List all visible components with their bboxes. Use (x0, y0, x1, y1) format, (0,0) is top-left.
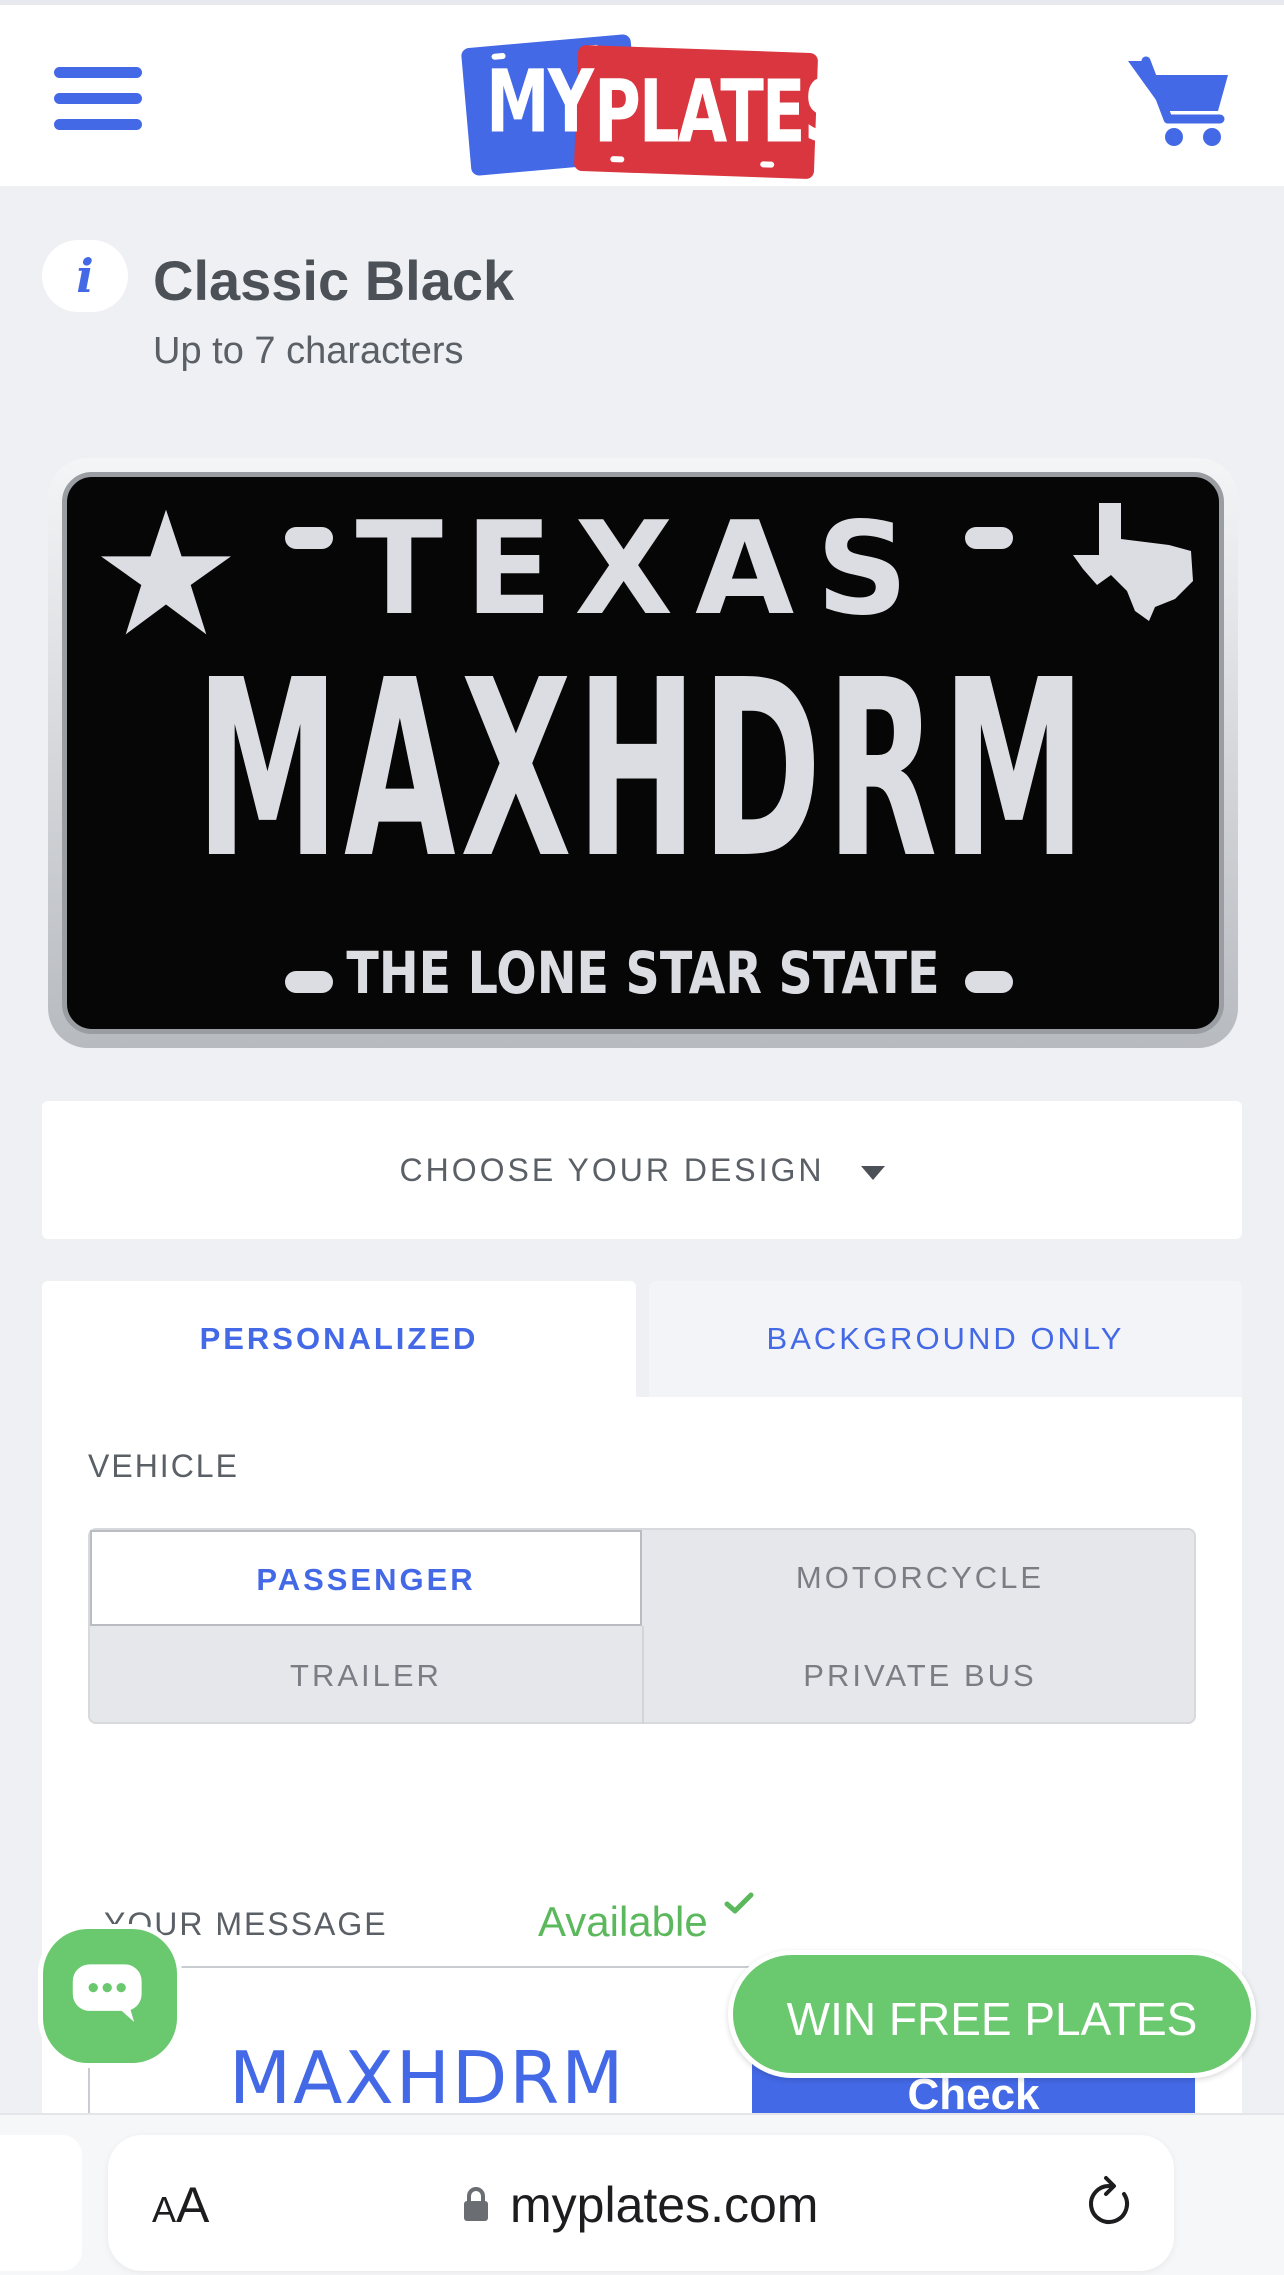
plate-title: Classic Black (153, 249, 515, 312)
tab-background-only[interactable]: BACKGROUND ONLY (649, 1281, 1242, 1397)
vehicle-option-motorcycle[interactable]: MOTORCYCLE (644, 1530, 1196, 1626)
plate-message: MAXHDRM (195, 627, 1091, 913)
vehicle-label: VEHICLE (88, 1448, 239, 1484)
vehicle-options: PASSENGER MOTORCYCLE TRAILER PRIVATE BUS (88, 1528, 1196, 1724)
vehicle-option-passenger[interactable]: PASSENGER (90, 1530, 642, 1626)
logo-plates-text: PLATES (594, 63, 850, 163)
browser-tab-stub[interactable] (0, 2135, 82, 2271)
info-icon-glyph: i (76, 249, 94, 303)
site-header: MY PLATES (0, 0, 1284, 186)
aa-small: A (152, 2189, 177, 2230)
tab-personalized[interactable]: PERSONALIZED (42, 1281, 636, 1397)
plate-face: TEXAS MAXHDRM THE LONE STAR STATE (62, 472, 1224, 1034)
message-input-value[interactable]: MAXHDRM (229, 2036, 625, 2120)
logo-my-text: MY (486, 53, 594, 153)
myplates-logo[interactable]: MY PLATES (460, 19, 850, 180)
vehicle-option-trailer[interactable]: TRAILER (90, 1628, 642, 1724)
plate-state: TEXAS (355, 495, 931, 644)
plate-subtitle: Up to 7 characters (153, 330, 464, 372)
chat-button[interactable] (38, 1924, 182, 2068)
reload-icon[interactable] (1084, 2174, 1136, 2230)
plate-slogan: THE LONE STAR STATE (346, 939, 940, 1007)
choose-design-label: CHOOSE YOUR DESIGN (399, 1152, 825, 1188)
chat-icon (72, 1964, 142, 2023)
plate-preview: TEXAS MAXHDRM THE LONE STAR STATE (48, 458, 1238, 1048)
info-icon[interactable]: i (42, 240, 128, 312)
vehicle-option-private-bus[interactable]: PRIVATE BUS (644, 1628, 1196, 1724)
menu-icon[interactable] (54, 67, 142, 131)
vehicle-divider (642, 1626, 644, 1724)
caret-down-icon (860, 1165, 885, 1180)
cart-icon[interactable] (1124, 53, 1232, 149)
win-free-plates-button[interactable]: WIN FREE PLATES (728, 1950, 1256, 2078)
reader-settings-button[interactable]: AA (152, 2176, 209, 2234)
url-text: myplates.com (510, 2177, 819, 2233)
check-icon (724, 1892, 754, 1914)
choose-design-dropdown[interactable]: CHOOSE YOUR DESIGN (42, 1101, 1242, 1239)
lock-icon (464, 2187, 488, 2221)
texas-icon (1073, 503, 1193, 621)
availability-status: Available (538, 1898, 708, 1945)
aa-big: A (176, 2177, 210, 2233)
